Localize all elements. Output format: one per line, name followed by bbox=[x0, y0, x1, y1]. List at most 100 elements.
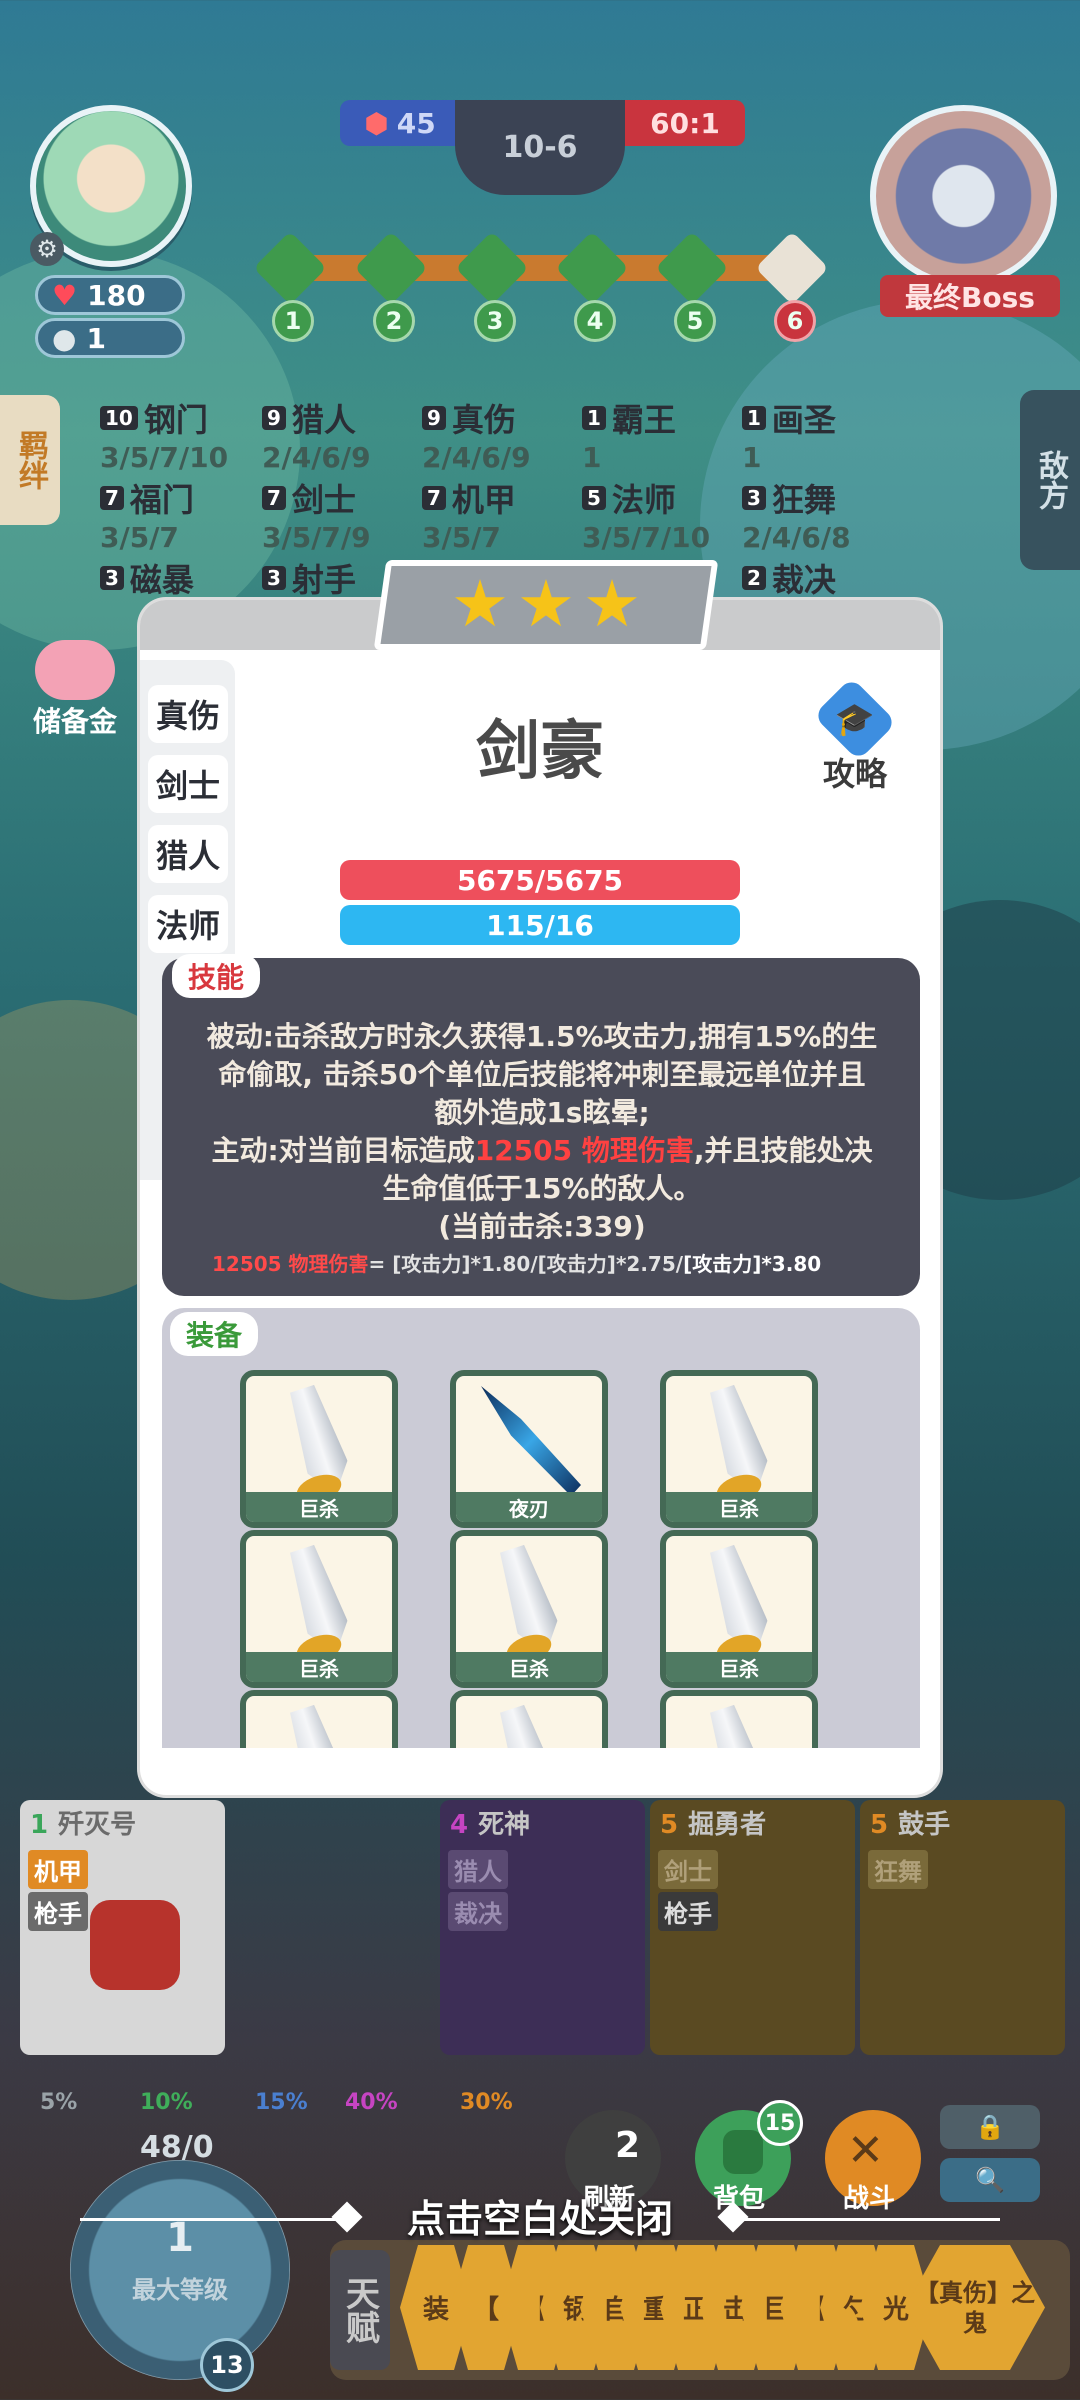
gear-icon[interactable]: ⚙ bbox=[30, 232, 64, 266]
synergy-entry[interactable]: 7 福门 3/5/7 bbox=[100, 475, 194, 554]
synergy-name: 射手 bbox=[291, 561, 356, 599]
coin-icon: ● bbox=[52, 321, 77, 355]
stage-node bbox=[555, 231, 629, 305]
star-icon bbox=[520, 579, 572, 631]
card-trait: 猎人 bbox=[448, 1850, 508, 1889]
synergy-tiers: 1 bbox=[742, 441, 762, 474]
guide-button[interactable]: 🎓 攻略 bbox=[800, 677, 910, 795]
card-trait: 机甲 bbox=[28, 1850, 88, 1889]
shop-card[interactable]: 1 歼灭号 机甲 枪手 bbox=[20, 1800, 225, 2055]
formula-text: = [攻击力]*1.80/[攻击力]*2.75/ bbox=[368, 1252, 684, 1276]
synergy-entry[interactable]: 2 裁决 bbox=[742, 555, 836, 601]
hero-trait[interactable]: 法师 bbox=[148, 895, 228, 953]
equipment-tag: 装备 bbox=[170, 1312, 259, 1356]
piggy-bank-label: 储备金 bbox=[32, 705, 117, 738]
hero-trait[interactable]: 剑士 bbox=[148, 755, 228, 813]
hp-value: 180 bbox=[87, 278, 146, 312]
synergy-entry[interactable]: 7 机甲 3/5/7 bbox=[422, 475, 516, 554]
synergy-entry[interactable]: 5 法师 3/5/7/10 bbox=[582, 475, 710, 554]
card-trait: 裁决 bbox=[448, 1892, 508, 1931]
synergy-tiers: 3/5/7 bbox=[100, 521, 179, 554]
player-score: 45 bbox=[396, 106, 436, 140]
equipment-slot[interactable] bbox=[660, 1690, 818, 1748]
star-icon bbox=[454, 579, 506, 631]
shop-card[interactable]: 5 掘勇者 剑士 枪手 bbox=[650, 1800, 855, 2055]
synergy-entry[interactable]: 7 剑士 3/5/7/9 bbox=[262, 475, 371, 554]
synergy-tiers: 2/4/6/9 bbox=[262, 441, 371, 474]
card-cost: 5 bbox=[870, 1810, 889, 1840]
card-cost: 5 bbox=[660, 1810, 679, 1840]
equipment-slot[interactable]: 巨杀 bbox=[240, 1530, 398, 1688]
synergy-count: 7 bbox=[100, 486, 124, 510]
equipment-slot[interactable]: 巨杀 bbox=[450, 1530, 608, 1688]
unit-sprite bbox=[90, 1900, 180, 1990]
synergy-tiers: 2/4/6/8 bbox=[742, 521, 851, 554]
stage-node-number: 6 bbox=[774, 300, 816, 342]
shop-card[interactable]: 4 死神 猎人 裁决 bbox=[440, 1800, 645, 2055]
synergy-tab[interactable]: 羁绊 bbox=[0, 395, 60, 525]
synergy-entry[interactable]: 1 霸王 1 bbox=[582, 395, 676, 474]
odds-value: 30% bbox=[460, 2090, 513, 2115]
close-hint[interactable]: 点击空白处关闭 bbox=[0, 2188, 1080, 2243]
coin-pill: ● 1 bbox=[35, 318, 185, 358]
enemy-score: 60:1 bbox=[650, 106, 720, 140]
hero-trait[interactable]: 真伤 bbox=[148, 685, 228, 743]
kill-count: (当前击杀:339) bbox=[438, 1210, 646, 1243]
refresh-cost: 2 bbox=[615, 2125, 641, 2166]
skill-line: 主动:对当前目标造成12505 物理伤害,并且技能处决 bbox=[192, 1132, 892, 1170]
synergy-count: 9 bbox=[262, 406, 286, 430]
card-trait: 狂舞 bbox=[868, 1850, 928, 1889]
synergy-count: 5 bbox=[582, 486, 606, 510]
synergy-entry[interactable]: 9 猎人 2/4/6/9 bbox=[262, 395, 371, 474]
shop-card[interactable]: 5 鼓手 狂舞 bbox=[860, 1800, 1065, 2055]
stage-node bbox=[655, 231, 729, 305]
hero-trait[interactable]: 猎人 bbox=[148, 825, 228, 883]
lock-icon[interactable]: 🔒 bbox=[940, 2105, 1040, 2149]
stage-node-number: 4 bbox=[574, 300, 616, 342]
coin-value: 1 bbox=[86, 321, 106, 355]
skill-damage-value: 12505 物理伤害 bbox=[474, 1134, 694, 1167]
skill-line: 被动:击杀敌方时永久获得1.5%攻击力,拥有15%的生 bbox=[206, 1020, 878, 1053]
equipment-panel: 装备 巨杀 夜刃 巨杀 巨杀 巨杀 巨杀 bbox=[162, 1308, 920, 1748]
star-icon bbox=[586, 579, 638, 631]
synergy-name: 裁决 bbox=[771, 561, 836, 599]
synergy-entry[interactable]: 10 钢门 3/5/7/10 bbox=[100, 395, 228, 474]
equipment-label: 巨杀 bbox=[666, 1492, 812, 1522]
synergy-tiers: 3/5/7/10 bbox=[100, 441, 229, 474]
synergy-name: 霸王 bbox=[611, 401, 676, 439]
synergy-name: 法师 bbox=[611, 481, 676, 519]
piggy-bank[interactable]: 储备金 bbox=[25, 640, 125, 740]
formula-damage: 12505 物理伤害 bbox=[212, 1252, 369, 1276]
stage-node bbox=[354, 231, 428, 305]
equipment-slot[interactable] bbox=[240, 1690, 398, 1748]
level-badge: 13 bbox=[200, 2338, 254, 2392]
synergy-entry[interactable]: 3 射手 bbox=[262, 555, 356, 601]
skill-line-part: ,并且技能处决 bbox=[693, 1134, 873, 1167]
player-score-badge: ⬢ 45 bbox=[340, 100, 460, 146]
stage-node-number: 2 bbox=[373, 300, 415, 342]
stage-label: 10-6 bbox=[502, 130, 578, 165]
level-label: 最大等级 bbox=[132, 2276, 228, 2304]
mana-bar: 115/16 bbox=[340, 905, 740, 945]
synergy-count: 9 bbox=[422, 406, 446, 430]
enemy-score-badge: 60:1 bbox=[625, 100, 745, 146]
card-name: 死神 bbox=[478, 1810, 531, 1840]
boss-avatar[interactable] bbox=[870, 105, 1057, 287]
equipment-slot[interactable]: 巨杀 bbox=[240, 1370, 398, 1528]
synergy-entry[interactable]: 9 真伤 2/4/6/9 bbox=[422, 395, 531, 474]
equipment-slot[interactable]: 巨杀 bbox=[660, 1370, 818, 1528]
hp-bar: 5675/5675 bbox=[340, 860, 740, 900]
synergy-entry[interactable]: 1 画圣 1 bbox=[742, 395, 836, 474]
enemy-tab[interactable]: 敌方 bbox=[1020, 390, 1080, 570]
heart-icon: ♥ bbox=[52, 278, 78, 312]
hint-divider bbox=[740, 2218, 1000, 2221]
equipment-slot[interactable] bbox=[450, 1690, 608, 1748]
card-trait: 剑士 bbox=[658, 1850, 718, 1889]
synergy-entry[interactable]: 3 磁暴 bbox=[100, 555, 194, 601]
synergy-name: 猎人 bbox=[291, 401, 356, 439]
equipment-slot[interactable]: 巨杀 bbox=[660, 1530, 818, 1688]
synergy-count: 1 bbox=[582, 406, 606, 430]
synergy-entry[interactable]: 3 狂舞 2/4/6/8 bbox=[742, 475, 851, 554]
equipment-slot[interactable]: 夜刃 bbox=[450, 1370, 608, 1528]
sword-icon bbox=[282, 1702, 356, 1748]
